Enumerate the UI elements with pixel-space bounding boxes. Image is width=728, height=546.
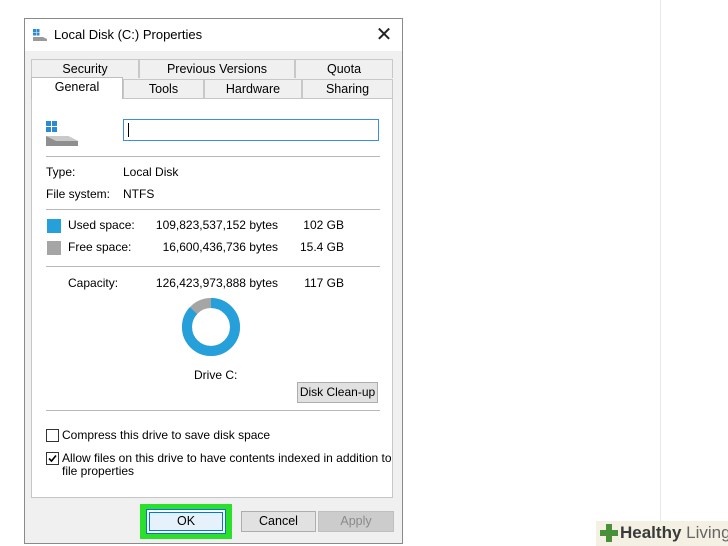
- index-label: Allow files on this drive to have conten…: [62, 451, 392, 465]
- drive-label: Drive C:: [194, 368, 238, 382]
- separator: [46, 266, 380, 267]
- tab-quota[interactable]: Quota: [295, 59, 393, 78]
- free-space-bytes: 16,600,436,736 bytes: [162, 240, 278, 254]
- text-caret: [128, 123, 129, 137]
- free-space-label: Free space:: [68, 240, 132, 254]
- used-space-label: Used space:: [68, 218, 135, 232]
- title-bar: Local Disk (C:) Properties ✕: [25, 19, 402, 51]
- close-button[interactable]: ✕: [366, 19, 402, 51]
- file-system-value: NTFS: [123, 187, 155, 201]
- compress-checkbox[interactable]: [46, 429, 59, 442]
- general-panel: Type: Local Disk File system: NTFS Used …: [31, 98, 393, 498]
- separator: [46, 209, 380, 210]
- close-icon: ✕: [375, 24, 393, 46]
- drive-icon: [46, 121, 78, 146]
- watermark-text: Healthy Living: [620, 523, 728, 542]
- free-space-swatch: [47, 241, 61, 255]
- type-value: Local Disk: [123, 165, 179, 179]
- tab-general[interactable]: General: [31, 77, 123, 99]
- background-panel: [660, 0, 728, 546]
- tab-hardware[interactable]: Hardware: [204, 79, 302, 98]
- used-space-bytes: 109,823,537,152 bytes: [155, 218, 278, 232]
- used-space-swatch: [47, 219, 61, 233]
- free-space-gb: 15.4 GB: [299, 240, 344, 254]
- tab-tools[interactable]: Tools: [123, 79, 204, 98]
- capacity-bytes: 126,423,973,888 bytes: [155, 276, 278, 290]
- tab-security[interactable]: Security: [31, 59, 139, 78]
- disk-usage-donut: [182, 298, 240, 356]
- capacity-gb: 117 GB: [304, 276, 344, 290]
- index-label-cont: file properties: [62, 464, 135, 478]
- used-space-gb: 102 GB: [303, 218, 344, 232]
- ok-button[interactable]: OK: [146, 509, 226, 534]
- file-system-label: File system:: [46, 187, 111, 201]
- separator: [46, 156, 380, 157]
- compress-label: Compress this drive to save disk space: [62, 428, 271, 442]
- index-checkbox[interactable]: [46, 452, 59, 465]
- separator: [46, 410, 380, 411]
- properties-dialog: Local Disk (C:) Properties ✕ Security Pr…: [24, 18, 403, 544]
- tab-sharing[interactable]: Sharing: [302, 79, 393, 98]
- type-label: Type:: [46, 165, 76, 179]
- cancel-button[interactable]: Cancel: [241, 511, 316, 532]
- check-icon: [48, 454, 57, 463]
- healthy-living-watermark: Healthy Living: [596, 521, 728, 546]
- disk-cleanup-button[interactable]: Disk Clean-up: [297, 382, 378, 403]
- ok-button-label: OK: [149, 512, 223, 531]
- drive-name-input[interactable]: [123, 119, 379, 141]
- apply-button[interactable]: Apply: [318, 511, 394, 532]
- tab-previous-versions[interactable]: Previous Versions: [139, 59, 295, 78]
- window-title: Local Disk (C:) Properties: [54, 27, 203, 42]
- capacity-label: Capacity:: [68, 276, 119, 290]
- drive-icon: [33, 29, 47, 41]
- plus-cross-icon: [600, 524, 618, 542]
- ok-highlight-box: OK: [140, 504, 232, 539]
